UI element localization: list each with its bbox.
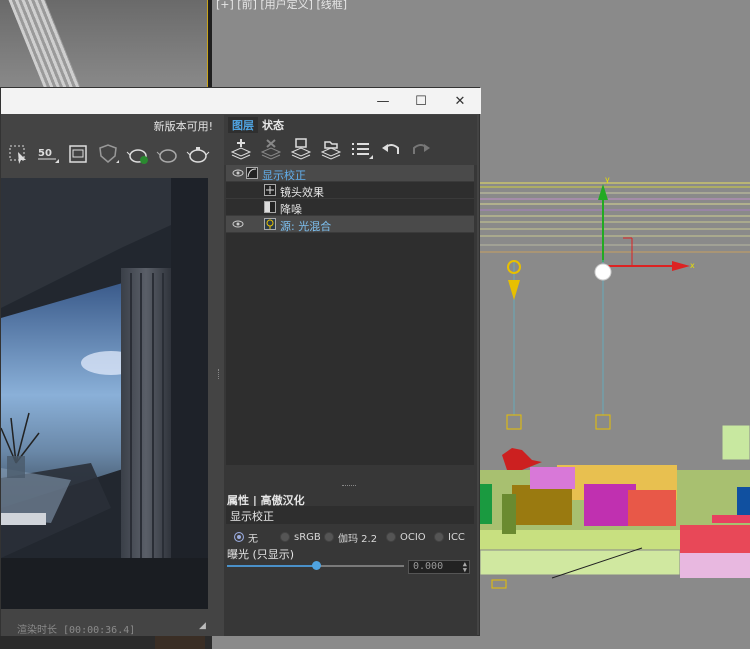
close-icon: ✕ [454, 93, 466, 109]
status-bar: 渲染时长 [00:00:36.4] ◢ [1, 618, 223, 636]
maximize-icon: ☐ [415, 93, 427, 109]
spinner-icon[interactable]: ▲ ▼ [463, 561, 467, 574]
layer-tree: 显示校正 镜头效果 降噪 源: 光混合 [226, 165, 474, 465]
slider-knob[interactable] [311, 561, 321, 570]
properties-section-title: 显示校正 [226, 506, 474, 524]
load-layers-icon[interactable] [318, 138, 344, 160]
list-menu-icon[interactable] [348, 138, 374, 160]
viewport-label[interactable]: [+] [前] [用户定义] [线框] [216, 0, 347, 12]
update-notice[interactable]: 新版本可用! [154, 118, 213, 134]
render-scene [1, 178, 208, 609]
layer-row-display-correction[interactable]: 显示校正 [226, 165, 474, 182]
undo-icon[interactable] [378, 138, 404, 160]
render-time: 渲染时长 [00:00:36.4] [17, 625, 136, 636]
splitter-grip [342, 485, 356, 487]
radio-dot [386, 532, 396, 542]
radio-label: OCIO [400, 531, 426, 543]
teapot-dim-icon[interactable] [155, 142, 181, 166]
layer-label: 镜头效果 [280, 186, 324, 199]
tab-state[interactable]: 状态 [258, 117, 288, 133]
curve-icon [246, 167, 258, 179]
layer-label: 显示校正 [262, 169, 306, 182]
teapot-icon[interactable] [185, 142, 211, 166]
radio-dot [324, 532, 334, 542]
svg-text:y: y [605, 175, 610, 184]
minimize-button[interactable]: — [365, 88, 401, 114]
layers-panel: 图层 状态 显示校正 镜头效果 降噪 源: 光混合 属性 | 高傲汉化 显示校正… [224, 115, 477, 636]
tab-layers[interactable]: 图层 [228, 117, 258, 133]
radio-dot [434, 532, 444, 542]
properties-header: 属性 | 高傲汉化 [227, 494, 305, 507]
light-bulb-icon [264, 218, 276, 230]
exposure-slider[interactable] [227, 561, 404, 570]
layer-label: 源: 光混合 [280, 220, 332, 233]
exposure-value: 0.000 [413, 561, 444, 572]
radio-label: 伽玛 2.2 [338, 533, 378, 545]
color-mode-radios: 无 sRGB 伽玛 2.2 OCIO ICC [234, 529, 474, 545]
layer-row-lens-effects[interactable]: 镜头效果 [226, 182, 474, 199]
radio-icc[interactable]: ICC [434, 529, 465, 545]
add-layer-icon[interactable] [228, 138, 254, 160]
render-toolbar: 50 [1, 134, 223, 176]
radio-label: 无 [248, 533, 258, 545]
radio-label: ICC [448, 531, 465, 543]
save-layers-icon[interactable] [288, 138, 314, 160]
expand-icon[interactable]: ◢ [199, 621, 206, 631]
panel-tabs: 图层 状态 [224, 115, 477, 133]
radio-gamma[interactable]: 伽玛 2.2 [324, 529, 377, 545]
svg-text:x: x [690, 261, 695, 270]
zoom-50-icon[interactable]: 50 [35, 142, 61, 166]
teapot-render-icon[interactable] [125, 142, 151, 166]
minimize-icon: — [376, 93, 390, 109]
properties-splitter[interactable] [224, 482, 477, 490]
radio-dot [280, 532, 290, 542]
maximize-button[interactable]: ☐ [403, 88, 439, 114]
shield-icon[interactable] [95, 142, 121, 166]
exposure-label: 曝光 (只显示) [227, 548, 295, 561]
bottom-object [155, 636, 205, 649]
update-bar: 新版本可用! [1, 114, 223, 134]
layer-toolbar [224, 133, 477, 165]
eye-icon[interactable] [232, 168, 244, 178]
radio-ocio[interactable]: OCIO [386, 529, 426, 545]
layer-row-denoise[interactable]: 降噪 [226, 199, 474, 216]
radio-none[interactable]: 无 [234, 529, 258, 545]
frame-icon[interactable] [65, 142, 91, 166]
close-button[interactable]: ✕ [442, 88, 478, 114]
frame-buffer-window[interactable]: — ☐ ✕ 新版本可用! 50 渲染时长 [00:00:36.4] ◢ 图层 状… [0, 87, 481, 636]
lens-effect-icon [264, 184, 276, 196]
layer-label: 降噪 [280, 203, 302, 216]
region-select-icon[interactable] [5, 142, 31, 166]
zoom-badge: 50 [38, 148, 52, 159]
eye-icon[interactable] [232, 219, 244, 229]
window-titlebar[interactable]: — ☐ ✕ [1, 88, 481, 114]
render-image[interactable] [1, 178, 208, 609]
radio-dot [234, 532, 244, 542]
panel-splitter[interactable] [214, 114, 224, 636]
radio-srgb[interactable]: sRGB [280, 529, 321, 545]
layer-row-light-mix[interactable]: 源: 光混合 [226, 216, 474, 233]
ceiling-beam [5, 0, 89, 90]
radio-label: sRGB [294, 531, 321, 543]
top-left-viewport[interactable] [0, 0, 207, 90]
denoise-icon [264, 201, 276, 213]
slider-fill [227, 565, 316, 567]
exposure-input[interactable]: 0.000 ▲ ▼ [408, 560, 470, 574]
redo-icon[interactable] [408, 138, 434, 160]
delete-layer-icon[interactable] [258, 138, 284, 160]
splitter-grip [218, 369, 220, 379]
